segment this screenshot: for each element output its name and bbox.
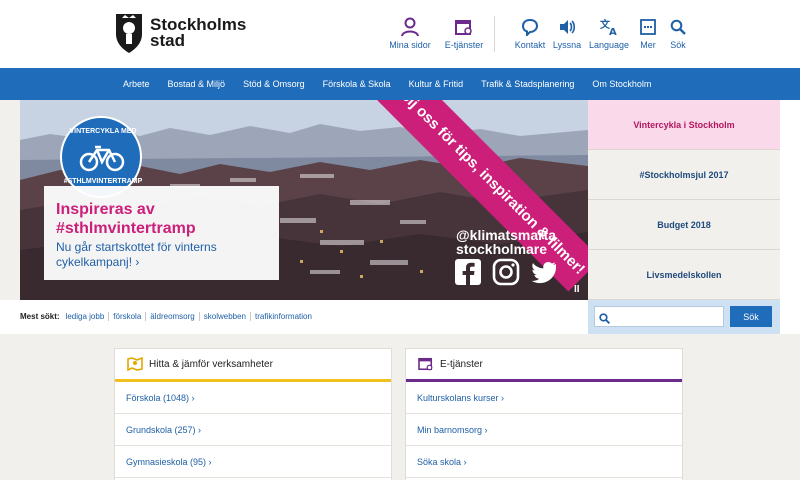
tool-lyssna[interactable]: Lyssna	[548, 16, 586, 50]
list-item[interactable]: Förskola (1048) ›	[115, 382, 391, 414]
right-gutter	[780, 100, 800, 334]
tool-mer[interactable]: Mer	[632, 16, 664, 50]
panel-header: E-tjänster	[406, 349, 682, 382]
featured-tabs: Vintercykla i Stockholm #Stockholmsjul 2…	[588, 100, 780, 300]
list-item[interactable]: Söka skola ›	[406, 446, 682, 478]
header-toolbar: Mina sidor E-tjänster Kontakt Lyssna 文A	[382, 16, 692, 50]
most-searched-label: Mest sökt:	[20, 312, 60, 321]
svg-text:A: A	[609, 27, 617, 36]
most-searched-link[interactable]: äldreomsorg	[145, 312, 198, 321]
panel-title: Hitta & jämför verksamheter	[149, 358, 273, 370]
most-searched-bar: Mest sökt: lediga jobb förskola äldreoms…	[0, 300, 588, 334]
social-icons	[454, 258, 568, 286]
most-searched-link[interactable]: lediga jobb	[66, 312, 109, 321]
hero-card[interactable]: Inspireras av #sthlmvintertramp Nu går s…	[44, 186, 279, 280]
panel-header: Hitta & jämför verksamheter	[115, 349, 391, 382]
logo-wordmark: Stockholms stad	[150, 15, 247, 50]
speech-bubble-icon	[521, 16, 539, 38]
list-item[interactable]: Min barnomsorg ›	[406, 414, 682, 446]
tool-label: Lyssna	[552, 40, 582, 50]
badge-top-text: VINTERCYKLA MED	[69, 128, 137, 135]
badge-bottom-text: #STHLMVINTERTRAMP	[63, 178, 143, 185]
search-input[interactable]	[594, 306, 724, 327]
toolbar-divider	[494, 16, 495, 52]
nav-item-bostad[interactable]: Bostad & Miljö	[159, 79, 235, 89]
hero-title: Inspireras av #sthlmvintertramp	[56, 201, 196, 237]
nav-item-stod[interactable]: Stöd & Omsorg	[234, 79, 314, 89]
search-button[interactable]: Sök	[730, 306, 772, 327]
hero-banner[interactable]: VINTERCYKLA MED #STHLMVINTERTRAMP Inspir…	[20, 100, 588, 300]
tool-label: Kontakt	[514, 40, 546, 50]
menu-icon	[640, 16, 656, 38]
tool-language[interactable]: 文A Language	[586, 16, 632, 50]
person-icon	[401, 16, 419, 38]
panel-title: E-tjänster	[440, 358, 483, 370]
site-header: Stockholms stad Mina sidor E-tjänster Ko…	[0, 0, 800, 68]
tool-kontakt[interactable]: Kontakt	[512, 16, 548, 50]
search-area: Sök	[588, 300, 780, 334]
tool-label: Language	[588, 40, 630, 50]
tool-mina-sidor[interactable]: Mina sidor	[382, 16, 438, 50]
tool-sok[interactable]: Sök	[664, 16, 692, 50]
city-crest-icon	[116, 14, 142, 53]
tab-vintercykla[interactable]: Vintercykla i Stockholm	[588, 100, 780, 150]
map-icon	[127, 357, 143, 371]
translate-icon: 文A	[599, 16, 619, 38]
search-icon	[599, 311, 610, 329]
eservices-icon	[418, 357, 434, 371]
twitter-icon[interactable]	[530, 258, 558, 286]
nav-item-kultur[interactable]: Kultur & Fritid	[400, 79, 473, 89]
nav-item-arbete[interactable]: Arbete	[114, 79, 159, 89]
most-searched-link[interactable]: förskola	[108, 312, 145, 321]
bicycle-icon	[79, 145, 125, 172]
tab-budget[interactable]: Budget 2018	[588, 200, 780, 250]
hero-subtitle-link[interactable]: Nu går startskottet för vinterns cykelka…	[56, 240, 267, 270]
e-services-panel: E-tjänster Kulturskolans kurser › Min ba…	[405, 348, 683, 480]
most-searched-link[interactable]: skolwebben	[198, 312, 250, 321]
social-handle: @klimatsmarta stockholmare	[456, 227, 557, 257]
eservices-icon	[455, 16, 473, 38]
site-logo[interactable]: Stockholms stad	[114, 12, 247, 54]
tool-label: Sök	[670, 40, 686, 50]
most-searched-link[interactable]: trafikinformation	[250, 312, 316, 321]
search-icon	[670, 16, 686, 38]
nav-item-forskola[interactable]: Förskola & Skola	[314, 79, 400, 89]
main-nav: Arbete Bostad & Miljö Stöd & Omsorg Förs…	[0, 68, 800, 100]
list-item[interactable]: Grundskola (257) ›	[115, 414, 391, 446]
facebook-icon[interactable]	[454, 258, 482, 286]
tool-label: E-tjänster	[444, 40, 484, 50]
nav-item-trafik[interactable]: Trafik & Stadsplanering	[472, 79, 583, 89]
speaker-icon	[558, 16, 576, 38]
find-compare-panel: Hitta & jämför verksamheter Förskola (10…	[114, 348, 392, 480]
nav-item-om-stockholm[interactable]: Om Stockholm	[583, 79, 660, 89]
tool-label: Mer	[640, 40, 656, 50]
instagram-icon[interactable]	[492, 258, 520, 286]
tab-stockholmsjul[interactable]: #Stockholmsjul 2017	[588, 150, 780, 200]
tab-livsmedelskollen[interactable]: Livsmedelskollen	[588, 250, 780, 300]
tool-label: Mina sidor	[389, 40, 431, 50]
slideshow-pause-button[interactable]: II	[574, 284, 580, 295]
list-item[interactable]: Gymnasieskola (95) ›	[115, 446, 391, 478]
tool-e-tjanster[interactable]: E-tjänster	[438, 16, 490, 50]
list-item[interactable]: Kulturskolans kurser ›	[406, 382, 682, 414]
